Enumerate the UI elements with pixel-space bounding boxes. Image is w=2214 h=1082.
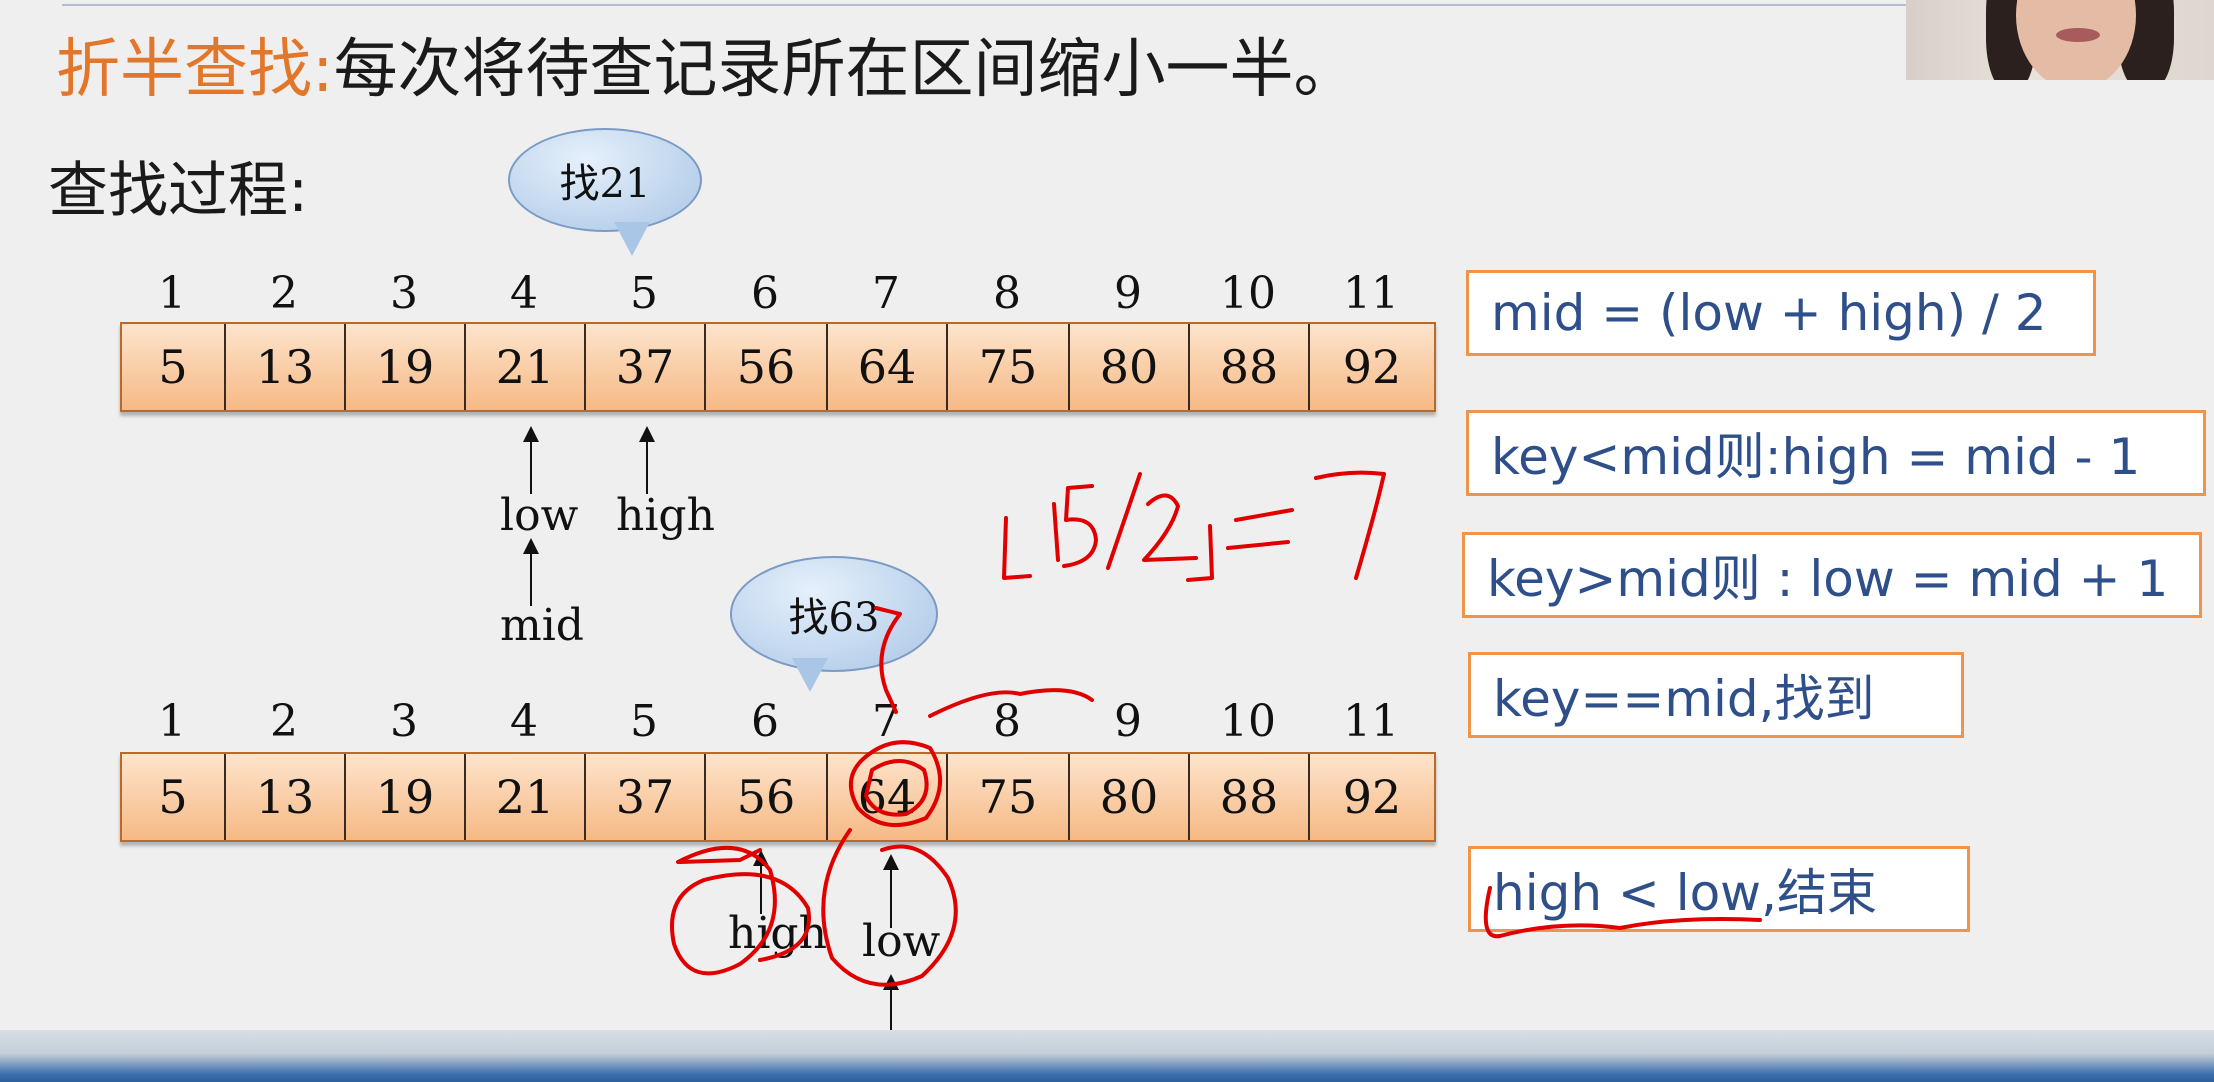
ink-equals-bottom: [1226, 540, 1290, 550]
ink-digit-7: [1314, 470, 1386, 580]
ink-digit-1: [1052, 502, 1060, 562]
ink-equals-top: [1234, 508, 1294, 522]
ink-digit-2: [1142, 493, 1198, 562]
ink-digit-5: [1062, 484, 1098, 568]
ink-loop-low: [821, 828, 958, 987]
taskbar: [0, 1030, 2214, 1082]
ink-floor-left-bracket: [1002, 516, 1032, 580]
ink-slash: [1106, 472, 1142, 570]
ink-circle-64-inner: [864, 759, 929, 817]
ink-floor-right-bracket: [1186, 524, 1214, 582]
handwritten-annotations: [670, 470, 1762, 987]
ink-underline: [1483, 886, 1762, 939]
ink-digit-7-index: [874, 606, 902, 714]
ink-circle-7-index: [928, 688, 1094, 718]
ink-loop-high: [670, 845, 811, 976]
